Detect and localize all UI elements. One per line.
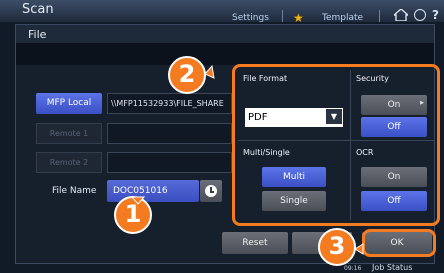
ok-highlight-frame bbox=[362, 229, 436, 257]
tab-divider bbox=[282, 10, 283, 22]
security-label: Security bbox=[356, 74, 389, 83]
file-format-value: PDF bbox=[248, 112, 268, 123]
file-name-label: File Name bbox=[52, 186, 97, 196]
multi-button[interactable]: Multi bbox=[262, 167, 326, 187]
reset-button[interactable]: Reset bbox=[222, 232, 288, 254]
mfp-local-button[interactable]: MFP Local bbox=[36, 93, 102, 114]
remote2-button[interactable]: Remote 2 bbox=[36, 152, 102, 173]
dialog-title: File bbox=[28, 28, 47, 41]
tab-divider bbox=[379, 10, 380, 22]
callout-badge-1: 1 bbox=[114, 196, 152, 234]
expand-arrow-icon: ▶ bbox=[420, 100, 424, 106]
clock-icon bbox=[205, 185, 217, 197]
file-format-label: File Format bbox=[243, 74, 288, 83]
mfp-local-path: \\MFP11532933\FILE_SHARE bbox=[107, 93, 232, 114]
panel-divider bbox=[350, 70, 351, 220]
remote1-path bbox=[107, 123, 232, 144]
job-status-button[interactable]: Job Status bbox=[372, 263, 412, 272]
dialog-header-band bbox=[16, 43, 434, 65]
security-on-label: On bbox=[387, 100, 401, 110]
callout-badge-2: 2 bbox=[168, 56, 206, 94]
panel-divider bbox=[238, 140, 434, 141]
top-bar: Scan Settings ★ Template ? bbox=[0, 0, 444, 25]
clock-readout: 09:16 bbox=[344, 265, 362, 272]
security-on-button[interactable]: On ▶ bbox=[361, 95, 427, 115]
help-icon[interactable]: ? bbox=[432, 8, 439, 22]
star-icon[interactable]: ★ bbox=[293, 11, 304, 25]
ocr-on-button[interactable]: On bbox=[361, 167, 427, 187]
timestamp-button[interactable] bbox=[200, 180, 222, 202]
dialog-title-bar: File bbox=[16, 25, 434, 43]
file-format-select[interactable]: PDF ▼ bbox=[245, 108, 343, 127]
security-off-button[interactable]: Off bbox=[361, 117, 427, 137]
callout-badge-3: 3 bbox=[318, 228, 356, 266]
remote1-button[interactable]: Remote 1 bbox=[36, 123, 102, 144]
home-icon[interactable] bbox=[394, 9, 408, 21]
globe-icon[interactable] bbox=[414, 9, 426, 21]
chevron-down-icon: ▼ bbox=[326, 109, 342, 124]
multi-single-label: Multi/Single bbox=[243, 148, 290, 157]
tab-settings[interactable]: Settings bbox=[232, 13, 269, 23]
ocr-off-button[interactable]: Off bbox=[361, 191, 427, 211]
tab-template[interactable]: Template bbox=[322, 13, 363, 23]
single-button[interactable]: Single bbox=[262, 191, 326, 211]
ocr-label: OCR bbox=[356, 148, 374, 157]
app-title: Scan bbox=[22, 2, 54, 17]
remote2-path bbox=[107, 152, 232, 173]
